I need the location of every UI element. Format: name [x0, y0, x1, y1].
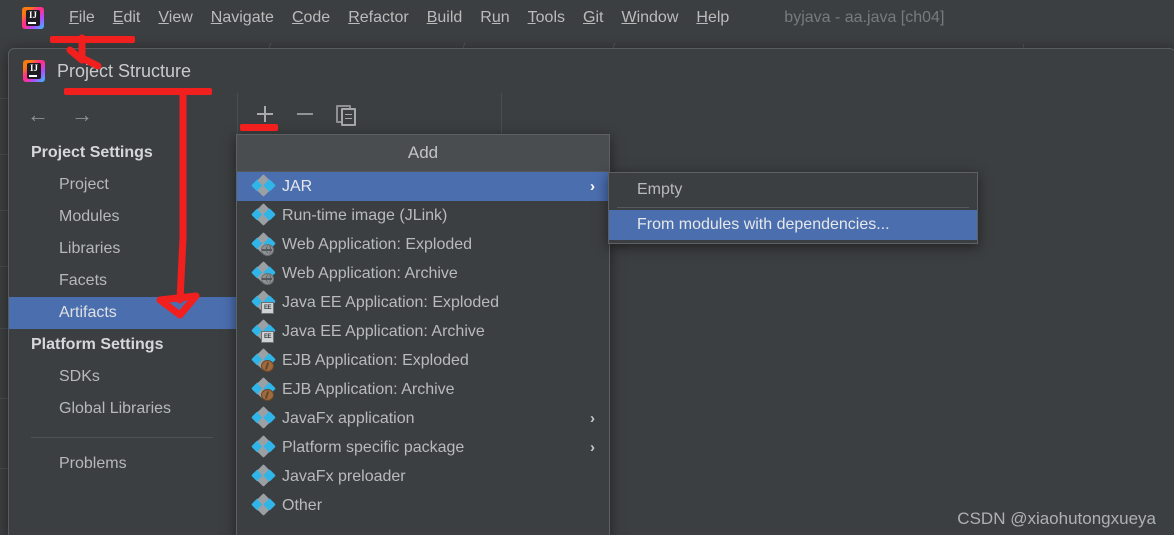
artifact-web-icon [251, 261, 276, 285]
sidebar-item-facets[interactable]: Facets [9, 265, 237, 297]
add-menu-item-java-ee-application-archive[interactable]: EE Java EE Application: Archive [237, 317, 609, 346]
copy-icon[interactable] [334, 103, 356, 126]
window-title: byjava - aa.java [ch04] [784, 9, 945, 26]
chevron-right-icon: › [590, 439, 595, 456]
artifact-ejb-icon [251, 348, 276, 372]
artifact-javafx-preloader-icon [251, 464, 276, 487]
artifact-ejb-icon [251, 377, 276, 401]
menu-file[interactable]: File [60, 7, 104, 29]
add-menu-item-javafx-application[interactable]: JavaFx application › [237, 404, 609, 433]
menu-window[interactable]: Window [612, 7, 687, 29]
forward-arrow-icon[interactable]: → [71, 104, 93, 126]
artifacts-toolbar [238, 93, 502, 135]
settings-sidebar: ← → Project Settings Project Modules Librar… [9, 93, 238, 535]
add-menu-item-platform-specific-package[interactable]: Platform specific package › [237, 433, 609, 462]
menu-tools[interactable]: Tools [519, 7, 574, 29]
add-menu-item-label: Web Application: Archive [282, 264, 458, 282]
add-menu-item-javafx-preloader[interactable]: JavaFx preloader [237, 462, 609, 491]
add-menu-item-other[interactable]: Other [237, 491, 609, 520]
menu-build[interactable]: Build [418, 7, 472, 29]
add-menu-item-ejb-application-exploded[interactable]: EJB Application: Exploded [237, 346, 609, 375]
jar-submenu-item-empty[interactable]: Empty [609, 175, 977, 205]
sidebar-divider [31, 437, 213, 438]
jar-submenu-item-label: From modules with dependencies... [637, 216, 890, 233]
add-menu-item-run-time-image-jlink[interactable]: Run-time image (JLink) [237, 201, 609, 230]
add-menu-item-label: JAR [282, 177, 313, 195]
dialog-titlebar: IJ Project Structure [9, 49, 1174, 93]
artifact-other-icon [251, 493, 276, 516]
jar-submenu-item-label: Empty [637, 181, 683, 198]
submenu-divider [617, 207, 969, 208]
sidebar-group-platform-settings: Platform Settings [31, 336, 164, 353]
artifact-platform-icon [251, 435, 276, 458]
menu-edit[interactable]: Edit [104, 7, 150, 29]
menu-view[interactable]: View [149, 7, 201, 29]
sidebar-item-problems[interactable]: Problems [9, 448, 237, 480]
add-menu-item-label: Platform specific package [282, 438, 465, 456]
globe-badge-icon [261, 244, 274, 256]
menu-refactor[interactable]: Refactor [339, 7, 417, 29]
chevron-right-icon: › [590, 410, 595, 427]
add-menu-item-label: EJB Application: Exploded [282, 351, 469, 369]
add-menu-item-label: Java EE Application: Archive [282, 322, 485, 340]
globe-badge-icon [261, 273, 274, 285]
watermark: CSDN @xiaohutongxueya [957, 509, 1156, 528]
jar-submenu-item-from-modules-with-dependencies[interactable]: From modules with dependencies... [609, 210, 977, 240]
add-menu-item-label: Web Application: Exploded [282, 235, 473, 253]
add-menu-item-label: Run-time image (JLink) [282, 206, 448, 224]
menu-code[interactable]: Code [283, 7, 339, 29]
add-menu-item-web-application-archive[interactable]: Web Application: Archive [237, 259, 609, 288]
screenshot-root: IJ File Edit View Navigate Code Refactor Build… [0, 0, 1174, 535]
add-menu-item-java-ee-application-exploded[interactable]: EE Java EE Application: Exploded [237, 288, 609, 317]
back-arrow-icon[interactable]: ← [27, 104, 49, 126]
add-menu-item-label: JavaFx preloader [282, 467, 406, 485]
jar-submenu-items: Empty From modules with dependencies... [609, 175, 977, 240]
menu-help[interactable]: Help [687, 7, 738, 29]
jar-submenu: Empty From modules with dependencies... [608, 172, 978, 244]
main-menu-bar: IJ File Edit View Navigate Code Refactor Build… [0, 0, 1174, 36]
sidebar-nav-arrows: ← → [9, 93, 237, 137]
add-menu-item-jar[interactable]: JAR › [237, 172, 609, 201]
intellij-idea-logo-icon: IJ [22, 7, 44, 29]
artifact-javaee-icon: EE [251, 319, 276, 343]
menu-navigate[interactable]: Navigate [202, 7, 283, 29]
artifact-jar-icon [251, 174, 276, 197]
sidebar-item-global-libraries[interactable]: Global Libraries [9, 393, 237, 425]
add-icon[interactable] [254, 103, 276, 125]
add-menu-item-label: Other [282, 496, 323, 514]
menu-run[interactable]: Run [471, 7, 518, 29]
add-menu-item-ejb-application-archive[interactable]: EJB Application: Archive [237, 375, 609, 404]
chevron-right-icon: › [590, 178, 595, 195]
artifact-jlink-icon [251, 203, 276, 226]
sidebar-item-modules[interactable]: Modules [9, 201, 237, 233]
add-menu-header: Add [237, 135, 609, 172]
sidebar-item-project[interactable]: Project [9, 169, 237, 201]
sidebar-item-sdks[interactable]: SDKs [9, 361, 237, 393]
artifact-javafx-icon [251, 406, 276, 429]
menu-items-host: File Edit View Navigate Code Refactor Build Run… [60, 7, 738, 29]
add-menu-items: JAR › Run-time image (JLink) Web Applicatio… [237, 172, 609, 520]
bean-badge-icon [261, 389, 274, 401]
add-menu-item-label: JavaFx application [282, 409, 415, 427]
menu-git[interactable]: Git [574, 7, 612, 29]
add-artifact-menu: Add JAR › Run-time image (JLink) Web Applic… [236, 134, 610, 535]
ee-badge-icon: EE [261, 331, 274, 343]
remove-icon[interactable] [294, 103, 316, 125]
add-menu-item-label: EJB Application: Archive [282, 380, 455, 398]
add-menu-item-web-application-exploded[interactable]: Web Application: Exploded [237, 230, 609, 259]
dialog-title: Project Structure [57, 60, 192, 81]
sidebar-item-artifacts[interactable]: Artifacts [9, 297, 237, 329]
sidebar-item-libraries[interactable]: Libraries [9, 233, 237, 265]
artifact-web-icon [251, 232, 276, 256]
ee-badge-icon: EE [261, 302, 274, 314]
artifact-javaee-icon: EE [251, 290, 276, 314]
sidebar-group-project-settings: Project Settings [31, 144, 153, 161]
dialog-intellij-icon: IJ [23, 60, 45, 82]
sidebar-list: Project Settings Project Modules Libraries F… [9, 137, 237, 480]
bean-badge-icon [261, 360, 274, 372]
add-menu-item-label: Java EE Application: Exploded [282, 293, 500, 311]
